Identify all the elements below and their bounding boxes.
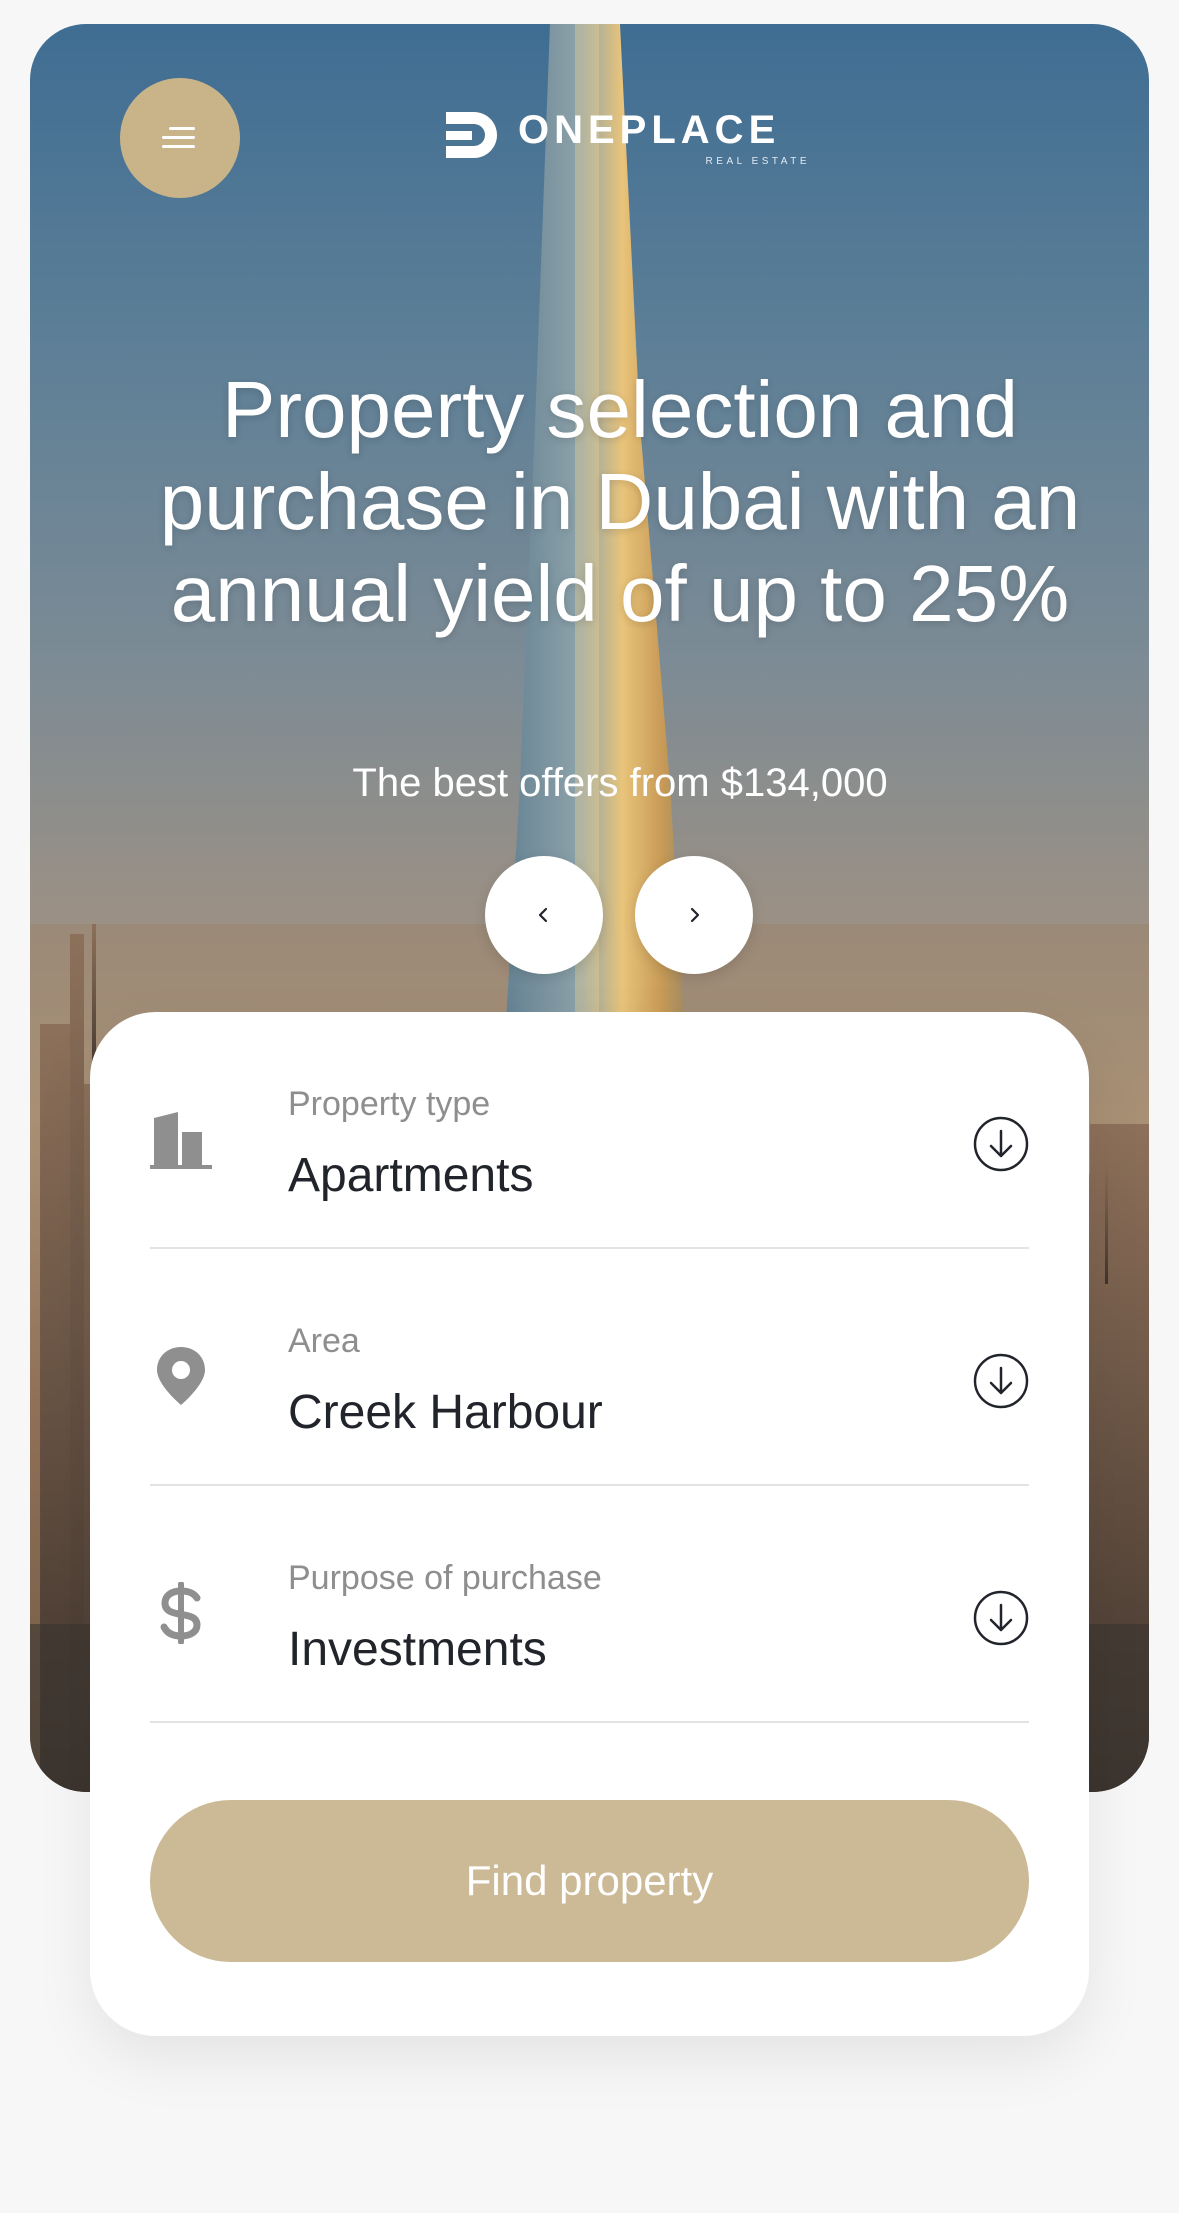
logo-mark-icon — [446, 112, 497, 158]
property-type-value: Apartments — [288, 1149, 534, 1202]
area-value: Creek Harbour — [288, 1386, 603, 1439]
arrow-down-circle-icon — [973, 1353, 1029, 1409]
brand-name: ONEPLACE — [518, 108, 781, 152]
brand-tagline: REAL ESTATE — [705, 156, 810, 167]
area-label: Area — [288, 1322, 360, 1360]
map-pin-icon — [150, 1345, 212, 1407]
chevron-right-icon — [690, 907, 700, 923]
purpose-value: Investments — [288, 1623, 547, 1676]
purpose-label: Purpose of purchase — [288, 1559, 602, 1597]
purpose-select[interactable]: Purpose of purchase Investments — [150, 1486, 1029, 1723]
arrow-down-circle-icon — [973, 1590, 1029, 1646]
building-icon — [150, 1108, 212, 1170]
hero-subline: The best offers from $134,000 — [352, 761, 888, 805]
carousel-prev-button[interactable] — [485, 856, 603, 974]
arrow-down-circle-icon — [973, 1116, 1029, 1172]
brand-logo[interactable]: ONEPLACE REAL ESTATE — [440, 106, 810, 170]
dollar-icon — [150, 1582, 212, 1644]
hero-headline: Property selection and purchase in Dubai… — [159, 365, 1081, 638]
menu-button[interactable] — [120, 78, 240, 198]
property-type-label: Property type — [288, 1085, 491, 1123]
area-select[interactable]: Area Creek Harbour — [150, 1249, 1029, 1486]
property-type-select[interactable]: Property type Apartments — [150, 1012, 1029, 1249]
chevron-left-icon — [538, 907, 548, 923]
property-search-card: Property type Apartments Area Creek Harb… — [90, 1012, 1089, 2036]
carousel-next-button[interactable] — [635, 856, 753, 974]
find-property-button[interactable]: Find property — [150, 1800, 1029, 1962]
